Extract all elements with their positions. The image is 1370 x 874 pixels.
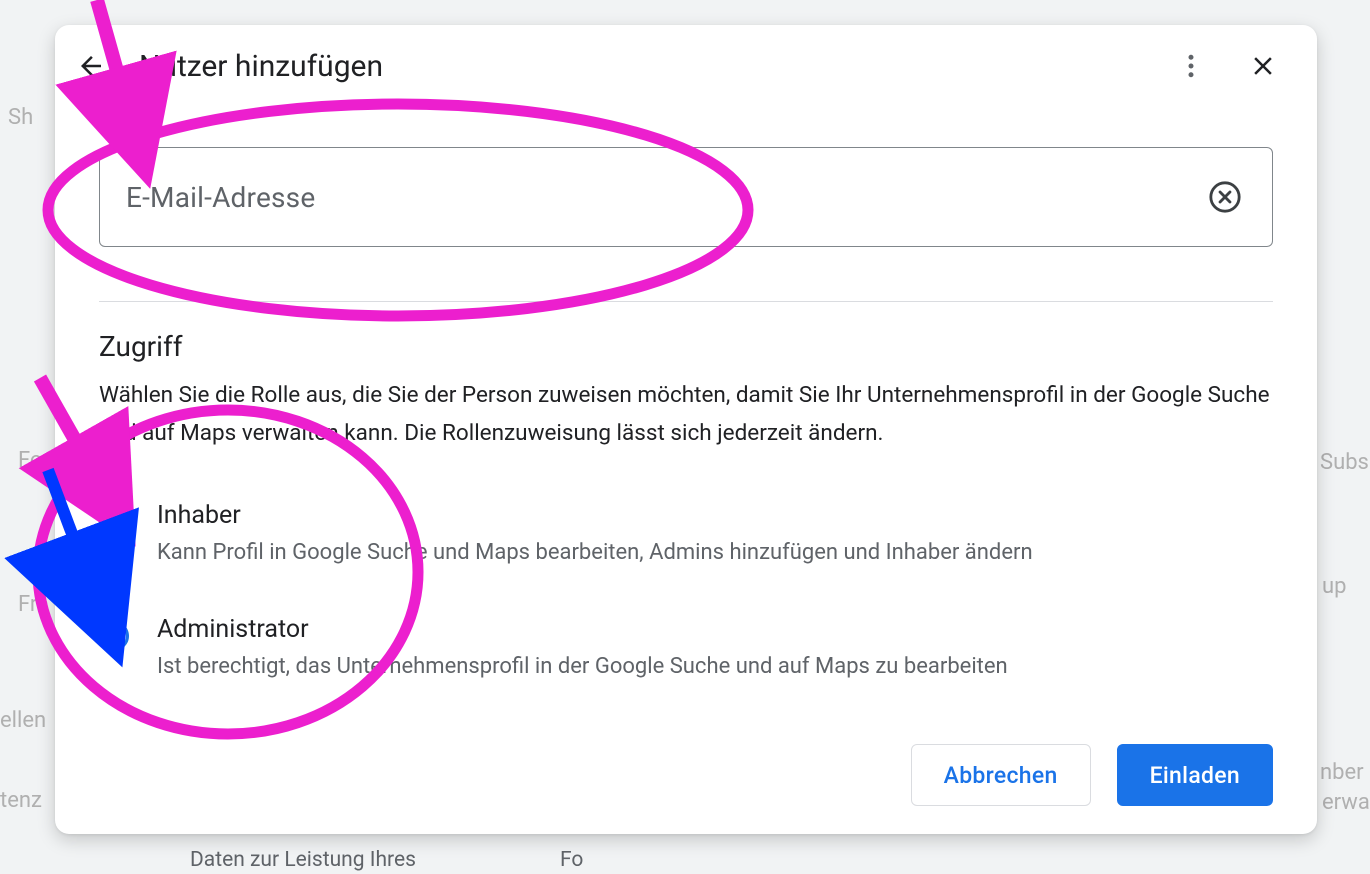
cancel-circle-icon bbox=[1208, 180, 1242, 214]
bg-text: tenz bbox=[0, 788, 42, 813]
bg-text: Fra bbox=[18, 592, 49, 617]
more-vert-icon bbox=[1176, 51, 1206, 81]
close-icon bbox=[1248, 51, 1278, 81]
bg-text: Fo bbox=[18, 448, 42, 473]
bg-text: Subs bbox=[1320, 450, 1369, 475]
dialog-title: Nutzer hinzufügen bbox=[139, 49, 1165, 84]
role-admin-label: Administrator bbox=[157, 615, 1273, 644]
back-button[interactable] bbox=[67, 42, 115, 90]
invite-button-label: Einladen bbox=[1150, 762, 1240, 789]
radio-owner[interactable] bbox=[99, 507, 129, 537]
email-field[interactable]: E-Mail-Adresse bbox=[99, 147, 1273, 247]
cancel-button-label: Abbrechen bbox=[944, 762, 1058, 789]
bg-text: nber bbox=[1320, 760, 1364, 785]
close-button[interactable] bbox=[1237, 40, 1289, 92]
dialog-footer: Abbrechen Einladen bbox=[911, 744, 1273, 806]
dialog-header: Nutzer hinzufügen bbox=[55, 25, 1317, 107]
more-options-button[interactable] bbox=[1165, 40, 1217, 92]
email-placeholder: E-Mail-Adresse bbox=[126, 181, 1204, 214]
role-option-owner[interactable]: Inhaber Kann Profil in Google Suche und … bbox=[99, 501, 1273, 569]
access-description: Wählen Sie die Rolle aus, die Sie der Pe… bbox=[99, 377, 1273, 453]
bg-text: Fo bbox=[560, 848, 583, 872]
add-user-dialog: Nutzer hinzufügen E-Mail-Adresse bbox=[55, 25, 1317, 834]
bg-text: Daten zur Leistung Ihres bbox=[190, 848, 416, 872]
role-admin-text: Administrator Ist berechtigt, das Untern… bbox=[157, 615, 1273, 683]
invite-button[interactable]: Einladen bbox=[1117, 744, 1273, 806]
dialog-body: E-Mail-Adresse Zugriff Wählen Sie die Ro… bbox=[55, 107, 1317, 683]
clear-email-button[interactable] bbox=[1204, 176, 1246, 218]
radio-admin[interactable] bbox=[99, 621, 129, 651]
access-heading: Zugriff bbox=[99, 330, 1273, 363]
bg-text: Sh bbox=[8, 105, 33, 130]
divider bbox=[99, 301, 1273, 302]
role-owner-label: Inhaber bbox=[157, 501, 1273, 530]
bg-text: ellen bbox=[0, 708, 46, 733]
arrow-back-icon bbox=[76, 51, 106, 81]
cancel-button[interactable]: Abbrechen bbox=[911, 744, 1091, 806]
role-owner-desc: Kann Profil in Google Suche und Maps bea… bbox=[157, 536, 1273, 569]
role-option-admin[interactable]: Administrator Ist berechtigt, das Untern… bbox=[99, 615, 1273, 683]
role-admin-desc: Ist berechtigt, das Unternehmensprofil i… bbox=[157, 650, 1273, 683]
bg-text: up bbox=[1322, 574, 1346, 599]
bg-text: erwa bbox=[1322, 790, 1370, 815]
role-owner-text: Inhaber Kann Profil in Google Suche und … bbox=[157, 501, 1273, 569]
